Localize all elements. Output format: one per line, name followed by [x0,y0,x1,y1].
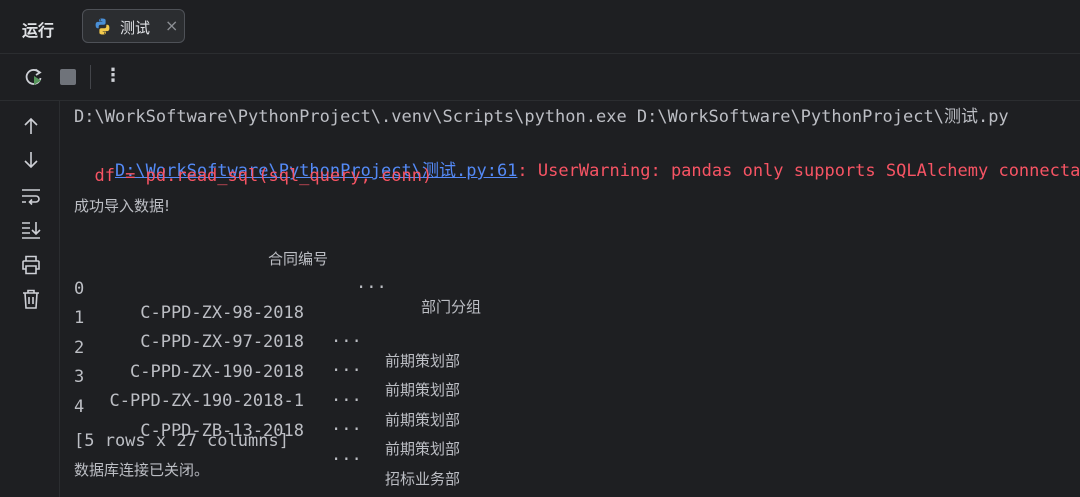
row-ellipsis: ... [331,415,362,435]
connection-closed-message: 数据库连接已关闭。 [74,461,210,479]
import-success-message: 成功导入数据! [74,197,171,215]
row-department: 招标业务部 [385,470,461,488]
arrow-down-icon[interactable] [20,149,42,171]
stop-icon[interactable] [57,66,79,88]
close-icon[interactable]: × [165,16,178,35]
run-toolbar: ⋮ [0,54,1080,101]
console-output[interactable]: D:\WorkSoftware\PythonProject\.venv\Scri… [74,103,1080,497]
rerun-icon[interactable] [23,66,45,88]
toolbar-divider [90,65,91,89]
table-row: 0 C-PPD-ZX-98-2018 ... 前期策划部 [74,253,774,370]
arrow-up-icon[interactable] [20,115,42,137]
console-side-toolbar [0,101,60,497]
trash-icon[interactable] [20,288,42,310]
warning-message: : UserWarning: pandas only supports SQLA… [517,161,1080,181]
soft-wrap-icon[interactable] [20,185,42,207]
warning-code-line: df = pd.read_sql(sql_query, conn) [74,166,433,186]
command-line: D:\WorkSoftware\PythonProject\.venv\Scri… [74,107,1009,127]
row-index: 4 [74,397,85,417]
scroll-to-end-icon[interactable] [20,219,42,241]
table-row: 2 C-PPD-ZX-190-2018 ... 前期策划部 [74,312,774,429]
warning-line: D:\WorkSoftware\PythonProject\测试.py:61: … [74,135,1080,181]
more-options-icon[interactable]: ⋮ [102,65,124,87]
tab-label: 测试 [120,19,151,37]
table-row: 1 C-PPD-ZX-97-2018 ... 前期策划部 [74,282,774,399]
row-department: 前期策划部 [385,411,461,429]
table-row: 3 C-PPD-ZX-190-2018-1 ... 前期策划部 [74,341,774,458]
dataframe-summary: [5 rows x 27 columns] [74,431,289,451]
row-ellipsis: ... [331,445,362,465]
run-tool-window-header: 运行 测试 × [0,0,1080,54]
table-header: 合同编号 ... 部门分组 [74,223,774,316]
row-department: 前期策划部 [385,440,461,458]
table-row: 4 C-PPD-ZB-13-2018 ... 招标业务部 [74,371,774,488]
run-panel-title: 运行 [22,21,55,40]
python-icon [93,17,112,36]
run-tab-test[interactable]: 测试 × [82,9,185,43]
print-icon[interactable] [20,254,42,276]
